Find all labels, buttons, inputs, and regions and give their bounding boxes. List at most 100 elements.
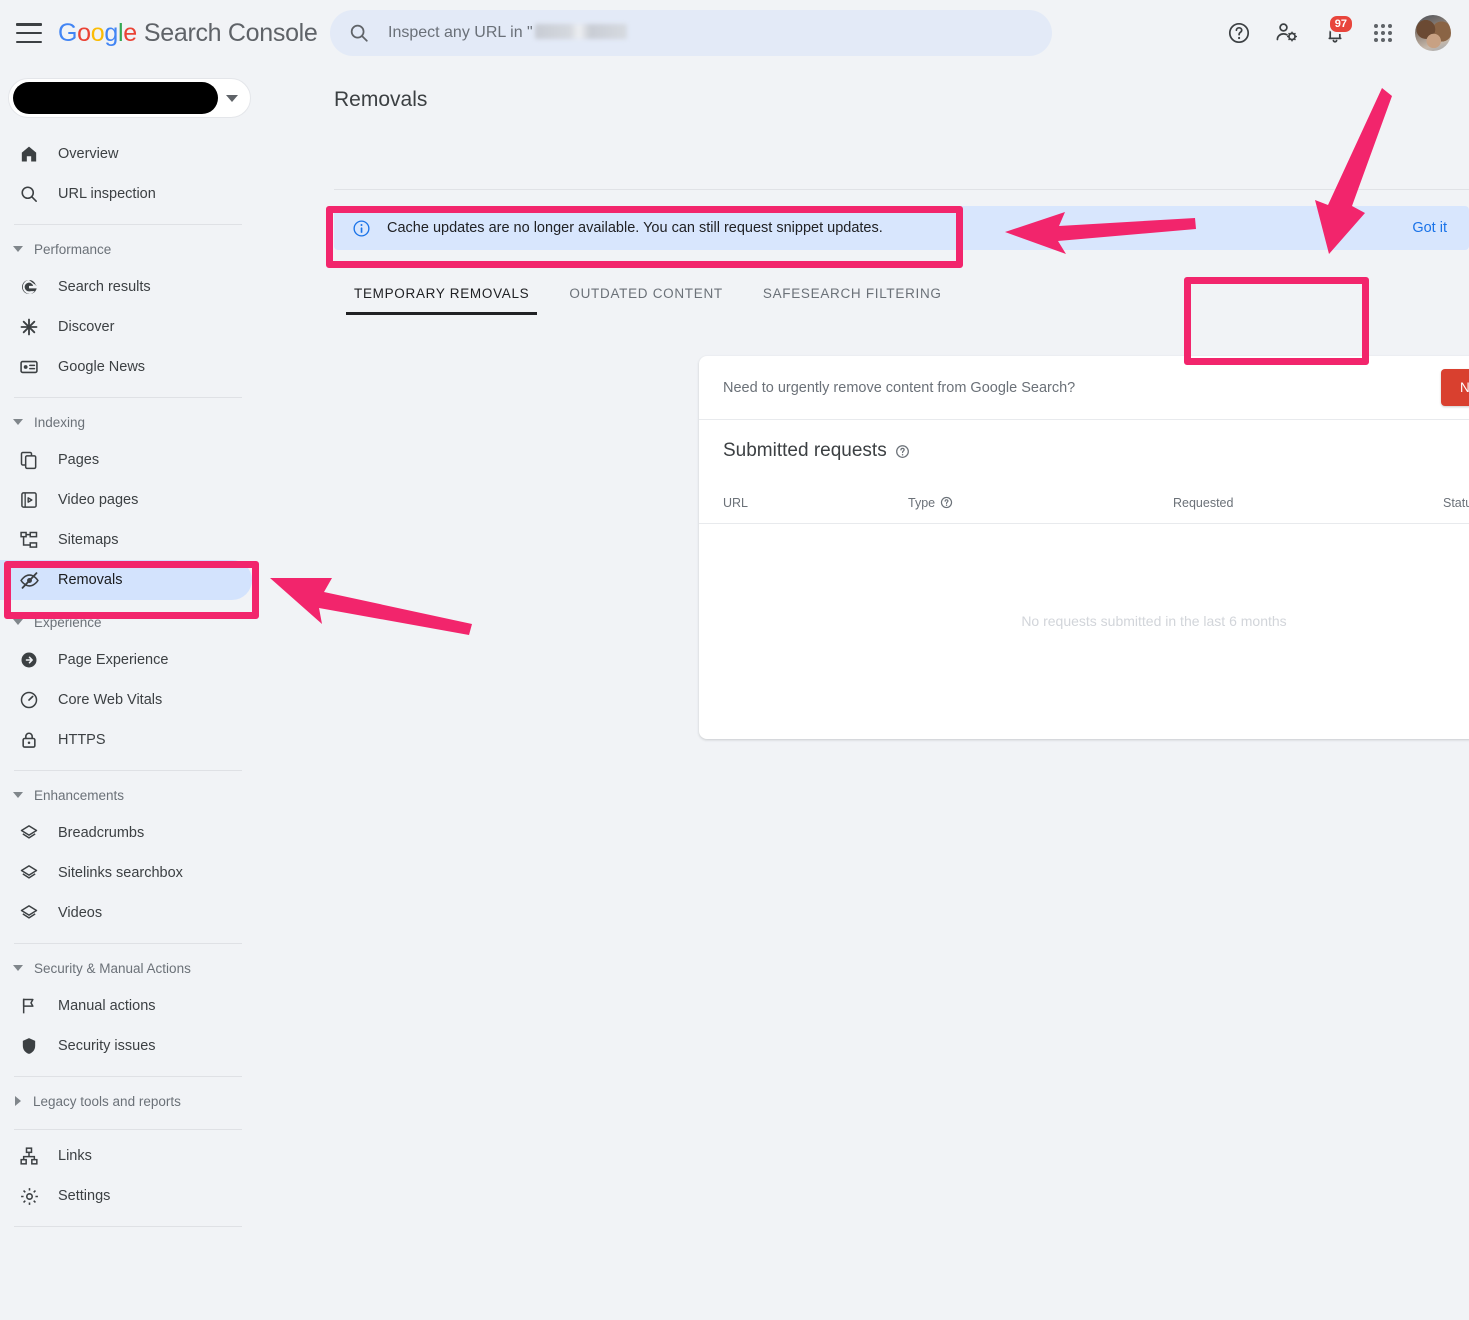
info-banner: Cache updates are no longer available. Y… (334, 206, 1469, 250)
sidebar-item-overview[interactable]: Overview (0, 134, 252, 174)
sidebar-item-search-results[interactable]: Search results (0, 267, 252, 307)
table-header-row: URL Type Requested Status (699, 482, 1469, 524)
sidebar-item-page-experience[interactable]: Page Experience (0, 640, 252, 680)
chevron-down-icon (13, 965, 23, 971)
sidebar-item-removals[interactable]: Removals (0, 560, 252, 600)
chevron-down-icon (13, 419, 23, 425)
main-content: Removals Cache updates are no longer ava… (262, 66, 1469, 1320)
column-header-status: Status (1443, 495, 1469, 510)
sidebar-item-links[interactable]: Links (0, 1136, 252, 1176)
submitted-requests-header: Submitted requests (699, 420, 1469, 482)
help-circle-icon[interactable] (940, 496, 953, 509)
sidebar-item-label: Videos (58, 905, 103, 921)
sidebar-group-security-manual-actions[interactable]: Security & Manual Actions (0, 950, 262, 986)
sidebar-item-label: Page Experience (58, 652, 169, 668)
home-icon (16, 142, 42, 166)
property-selector[interactable] (8, 78, 251, 118)
sidebar-item-label: URL inspection (58, 186, 156, 202)
sidebar-item-label: Sitemaps (58, 532, 119, 548)
search-icon (350, 24, 368, 42)
sidebar-group-label: Security & Manual Actions (34, 960, 191, 976)
search-icon (16, 182, 42, 206)
flag-icon (16, 994, 42, 1018)
sidebar-item-label: Video pages (58, 492, 139, 508)
shield-icon (16, 1034, 42, 1058)
sidebar-group-indexing[interactable]: Indexing (0, 404, 262, 440)
avatar[interactable] (1415, 15, 1451, 51)
sidebar-item-label: HTTPS (58, 732, 106, 748)
lock-icon (16, 728, 42, 752)
page-experience-icon (16, 648, 42, 672)
sidebar-group-legacy-tools[interactable]: Legacy tools and reports (0, 1083, 262, 1119)
sidebar-item-label: Google News (58, 359, 146, 375)
redacted-domain (534, 24, 627, 39)
sidebar-divider (14, 224, 242, 225)
sidebar-item-sitemaps[interactable]: Sitemaps (0, 520, 252, 560)
google-apps-button[interactable] (1359, 9, 1407, 57)
sidebar-group-label: Indexing (34, 414, 86, 430)
sidebar-item-manual-actions[interactable]: Manual actions (0, 986, 252, 1026)
help-circle-icon[interactable] (895, 444, 910, 459)
sidebar-item-label: Settings (58, 1188, 111, 1204)
sidebar-group-enhancements[interactable]: Enhancements (0, 777, 262, 813)
asterisk-star-icon (16, 315, 42, 339)
notification-count-badge: 97 (1327, 14, 1354, 34)
sidebar-item-security-issues[interactable]: Security issues (0, 1026, 252, 1066)
tabs-bar: TEMPORARY REMOVALS OUTDATED CONTENT SAFE… (334, 274, 1469, 322)
sidebar-item-google-news[interactable]: Google News (0, 347, 252, 387)
sidebar-item-label: Overview (58, 146, 119, 162)
chevron-down-icon (13, 246, 23, 252)
layers-icon (16, 821, 42, 845)
sidebar-divider (14, 397, 242, 398)
sidebar-divider (14, 1129, 242, 1130)
help-button[interactable] (1215, 9, 1263, 57)
sidebar-item-https[interactable]: HTTPS (0, 720, 252, 760)
apps-grid-icon (1374, 24, 1392, 42)
redacted-property-name (13, 82, 218, 114)
gear-icon (16, 1184, 42, 1208)
eye-off-icon (16, 568, 42, 592)
sidebar-item-discover[interactable]: Discover (0, 307, 252, 347)
sidebar-divider (14, 1226, 242, 1227)
tab-temporary-removals[interactable]: TEMPORARY REMOVALS (334, 274, 549, 315)
new-request-button[interactable]: NEW REQUEST (1440, 369, 1469, 406)
sidebar-item-url-inspection[interactable]: URL inspection (0, 174, 252, 214)
person-gear-icon (1276, 23, 1298, 42)
title-divider (334, 189, 1469, 190)
app-logo[interactable]: Google Search Console (58, 19, 318, 48)
url-inspection-search-bar[interactable]: Inspect any URL in " (330, 10, 1052, 56)
sidebar-item-label: Search results (58, 279, 151, 295)
sidebar-item-label: Manual actions (58, 998, 156, 1014)
top-bar-actions: 97 (1215, 0, 1457, 66)
news-card-icon (16, 355, 42, 379)
tab-safesearch-filtering[interactable]: SAFESEARCH FILTERING (743, 274, 962, 315)
sidebar-item-videos[interactable]: Videos (0, 893, 252, 933)
google-wordmark-icon: Google (58, 18, 137, 47)
hamburger-menu-icon[interactable] (16, 23, 42, 43)
sidebar-item-sitelinks-searchbox[interactable]: Sitelinks searchbox (0, 853, 252, 893)
google-g-icon (16, 275, 42, 299)
chevron-right-icon (15, 1096, 21, 1106)
sidebar-group-performance[interactable]: Performance (0, 231, 262, 267)
sidebar-item-pages[interactable]: Pages (0, 440, 252, 480)
notifications-button[interactable]: 97 (1311, 9, 1359, 57)
banner-dismiss-button[interactable]: Got it (1412, 220, 1447, 236)
sidebar-item-core-web-vitals[interactable]: Core Web Vitals (0, 680, 252, 720)
sitemap-tree-icon (16, 528, 42, 552)
account-settings-button[interactable] (1263, 9, 1311, 57)
sidebar-divider (14, 770, 242, 771)
column-header-requested: Requested (1173, 495, 1234, 510)
sidebar-item-breadcrumbs[interactable]: Breadcrumbs (0, 813, 252, 853)
top-app-bar: Google Search Console Inspect any URL in… (0, 0, 1469, 66)
video-page-icon (16, 488, 42, 512)
sidebar-item-label: Discover (58, 319, 115, 335)
card-header: Need to urgently remove content from Goo… (699, 356, 1469, 420)
sidebar-item-settings[interactable]: Settings (0, 1176, 252, 1216)
tab-outdated-content[interactable]: OUTDATED CONTENT (549, 274, 742, 315)
section-title-text: Submitted requests (723, 440, 887, 461)
sidebar-group-experience[interactable]: Experience (0, 604, 262, 640)
speedometer-icon (16, 688, 42, 712)
product-name: Search Console (143, 18, 318, 47)
sidebar-item-video-pages[interactable]: Video pages (0, 480, 252, 520)
section-title: Submitted requests (723, 440, 910, 462)
